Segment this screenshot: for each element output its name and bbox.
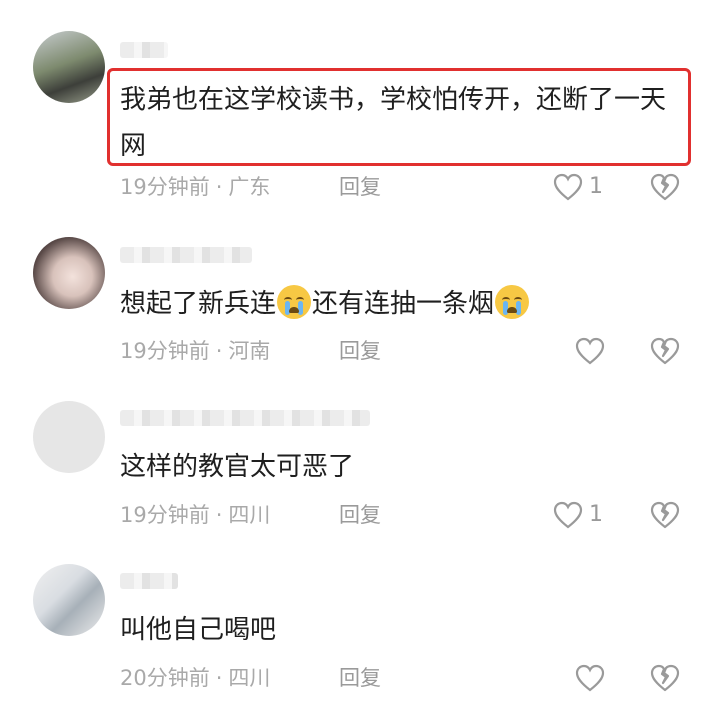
avatar[interactable] xyxy=(33,564,105,636)
comment-meta: 20分钟前 · 四川 xyxy=(120,663,270,693)
comment-text: 叫他自己喝吧 xyxy=(120,615,277,645)
meta-separator: · xyxy=(215,666,223,690)
heart-outline-icon xyxy=(575,664,605,692)
broken-heart-icon[interactable] xyxy=(650,663,680,693)
username-blurred[interactable] xyxy=(120,573,178,589)
comment-item: 叫他自己喝吧 20分钟前 · 四川 回复 xyxy=(0,0,720,714)
reply-button[interactable]: 回复 xyxy=(339,663,381,693)
comment-time: 20分钟前 xyxy=(120,666,210,690)
comment-location: 四川 xyxy=(228,666,271,690)
like-button[interactable] xyxy=(575,663,605,693)
